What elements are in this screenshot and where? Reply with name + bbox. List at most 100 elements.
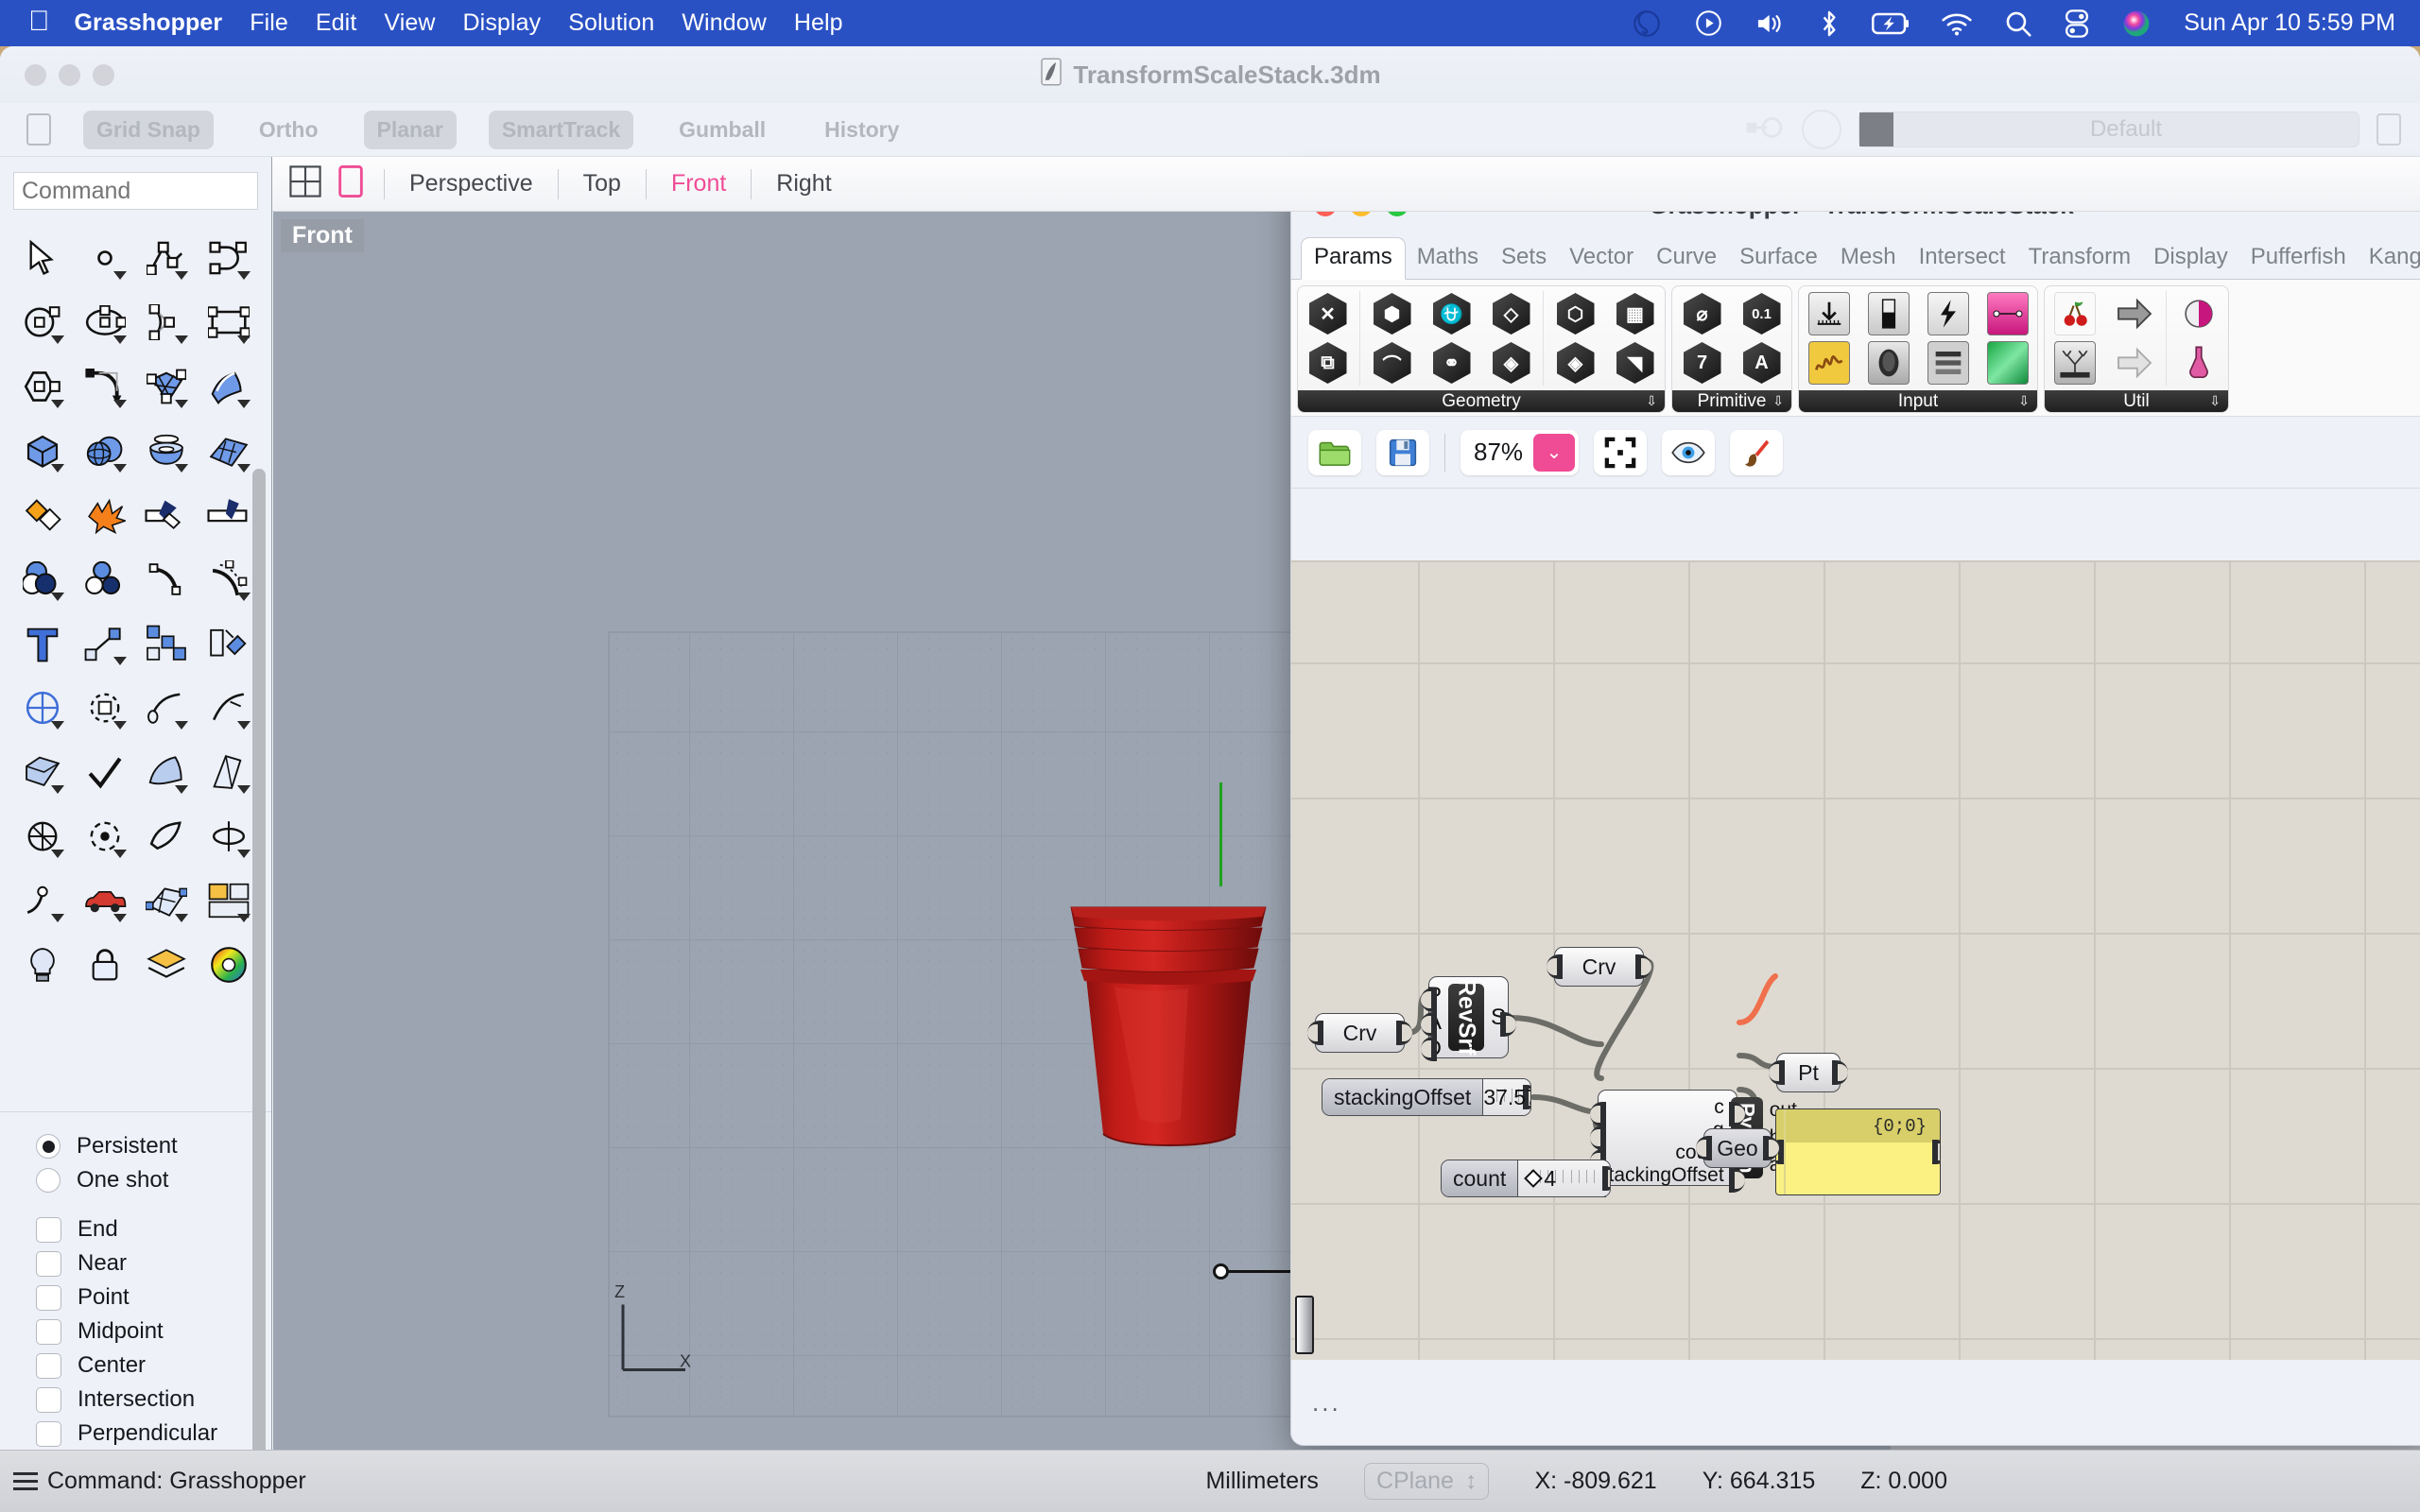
tab-params[interactable]: Params: [1301, 237, 1406, 280]
curve-param-icon[interactable]: ⌒: [1374, 342, 1411, 384]
box-icon[interactable]: [11, 421, 74, 480]
text-icon[interactable]: [11, 614, 74, 673]
tab-surface[interactable]: Surface: [1728, 238, 1829, 279]
line-param-icon[interactable]: ⧉: [1309, 342, 1347, 384]
section-icon[interactable]: [11, 807, 74, 866]
toolbar-history[interactable]: History: [811, 111, 912, 149]
ribbon-expand-util-icon[interactable]: ⇩: [2209, 393, 2221, 409]
canvas-scrollbar[interactable]: [1295, 1296, 1314, 1354]
siri-icon[interactable]: [2121, 9, 2152, 39]
value-list-icon[interactable]: [1927, 341, 1969, 385]
layer-icon[interactable]: [136, 936, 199, 994]
circle-icon[interactable]: [11, 293, 74, 352]
slider-knob[interactable]: [1524, 1169, 1543, 1188]
data-tree-icon[interactable]: [2054, 341, 2096, 385]
relay-icon[interactable]: [2114, 292, 2155, 335]
number-slider-icon[interactable]: [1808, 292, 1850, 335]
relay-pale-icon[interactable]: [2114, 341, 2155, 385]
surface-param-icon[interactable]: ◇: [1493, 293, 1530, 335]
taper-icon[interactable]: [198, 743, 260, 801]
control-knob-icon[interactable]: [1927, 292, 1969, 335]
offset-curve-icon[interactable]: [136, 550, 199, 609]
hamburger-icon[interactable]: [13, 1472, 38, 1490]
point-icon[interactable]: [74, 229, 136, 287]
osnap-point[interactable]: Point: [36, 1280, 271, 1314]
port-out[interactable]: [1932, 1140, 1941, 1164]
checkbox-near[interactable]: [36, 1251, 61, 1277]
osnap-perpendicular[interactable]: Perpendicular: [36, 1417, 271, 1450]
tab-display[interactable]: Display: [2142, 238, 2239, 279]
tab-sets[interactable]: Sets: [1490, 238, 1558, 279]
toolbar-smarttrack[interactable]: SmartTrack: [489, 111, 633, 149]
ribbon-expand-primitive-icon[interactable]: ⇩: [1772, 393, 1784, 409]
wifi-icon[interactable]: [1941, 11, 1973, 36]
battery-charging-icon[interactable]: [1872, 11, 1910, 36]
component-revsrf[interactable]: P A D RevSrf S: [1428, 976, 1509, 1058]
color-swatch-icon[interactable]: [1987, 341, 2029, 385]
port-out[interactable]: [1602, 1166, 1611, 1191]
dimension-icon[interactable]: [11, 679, 74, 737]
circle-dot-icon[interactable]: [74, 807, 136, 866]
arc-icon[interactable]: [136, 293, 199, 352]
trim-icon[interactable]: [136, 486, 199, 544]
toolbar-gumball[interactable]: Gumball: [666, 111, 779, 149]
zoom-extents-icon[interactable]: [1594, 430, 1647, 475]
left-panel-scrollbar[interactable]: [252, 469, 266, 1450]
sphere-icon[interactable]: [74, 421, 136, 480]
offset-dashed-icon[interactable]: [198, 550, 260, 609]
save-disk-icon[interactable]: [1376, 430, 1429, 475]
search-icon[interactable]: [2004, 9, 2032, 38]
volume-icon[interactable]: [1754, 9, 1787, 38]
graph-mapper-icon[interactable]: [1808, 341, 1850, 385]
boolean-union-icon[interactable]: [11, 486, 74, 544]
extrude-curve-icon[interactable]: [11, 743, 74, 801]
text-param-icon[interactable]: A: [1743, 342, 1781, 384]
surface-from-points-icon[interactable]: [136, 357, 199, 416]
brep-param-icon[interactable]: ⬢: [1374, 293, 1411, 335]
array-icon[interactable]: [136, 614, 199, 673]
button-icon[interactable]: [1868, 341, 1910, 385]
play-circle-icon[interactable]: [1694, 9, 1723, 38]
number-param-icon[interactable]: 0.1: [1743, 293, 1781, 335]
tab-maths[interactable]: Maths: [1406, 238, 1490, 279]
osnap-mode-one-shot[interactable]: One shot: [36, 1163, 271, 1197]
dropbox-icon[interactable]: [1631, 8, 1663, 40]
tab-pufferfish[interactable]: Pufferfish: [2239, 238, 2358, 279]
layer-color-swatch[interactable]: [1859, 112, 1893, 146]
circular-param-icon[interactable]: ⛎: [1433, 293, 1471, 335]
param-geo[interactable]: Geo: [1703, 1128, 1772, 1168]
bluetooth-icon[interactable]: [1818, 9, 1841, 39]
layout-icon[interactable]: [198, 871, 260, 930]
toolbar-grid-snap[interactable]: Grid Snap: [83, 111, 214, 149]
control-center-icon[interactable]: [2064, 9, 2090, 38]
checkmark-icon[interactable]: [74, 743, 136, 801]
osnap-near[interactable]: Near: [36, 1246, 271, 1280]
gradient-icon[interactable]: [1987, 292, 2029, 335]
layer-lock-icon[interactable]: [1741, 108, 1785, 152]
select-arrow-icon[interactable]: [11, 229, 74, 287]
cplane-stepper-icon[interactable]: ↕: [1465, 1468, 1478, 1495]
boolean-three-icon[interactable]: [11, 550, 74, 609]
tab-transform[interactable]: Transform: [2017, 238, 2142, 279]
checkbox-center[interactable]: [36, 1353, 61, 1379]
command-input[interactable]: [13, 172, 258, 210]
split-icon[interactable]: [198, 486, 260, 544]
mesh-face-icon[interactable]: ◈: [1557, 342, 1595, 384]
viewport-tab-front[interactable]: Front: [667, 170, 730, 198]
slider-stackingoffset[interactable]: stackingOffset 37.571: [1322, 1078, 1531, 1116]
checkbox-end[interactable]: [36, 1217, 61, 1243]
param-crv-2[interactable]: Crv: [1554, 947, 1644, 987]
checkbox-midpoint[interactable]: [36, 1319, 61, 1345]
menu-item-file[interactable]: File: [250, 9, 288, 37]
tab-mesh[interactable]: Mesh: [1829, 238, 1908, 279]
transform-param-icon[interactable]: ◈: [1493, 342, 1530, 384]
viewport-tab-top[interactable]: Top: [579, 170, 625, 198]
slider-count[interactable]: count 4: [1441, 1160, 1611, 1197]
pipe-icon[interactable]: [136, 679, 199, 737]
grasshopper-canvas[interactable]: Crv Crv P A D RevSrf S: [1291, 560, 2420, 1360]
slider-count-track[interactable]: 4: [1518, 1160, 1610, 1196]
subd-param-icon[interactable]: ◥: [1616, 342, 1654, 384]
menu-item-solution[interactable]: Solution: [568, 9, 654, 37]
menu-item-help[interactable]: Help: [794, 9, 843, 37]
apple-logo-icon[interactable]: : [28, 8, 50, 36]
